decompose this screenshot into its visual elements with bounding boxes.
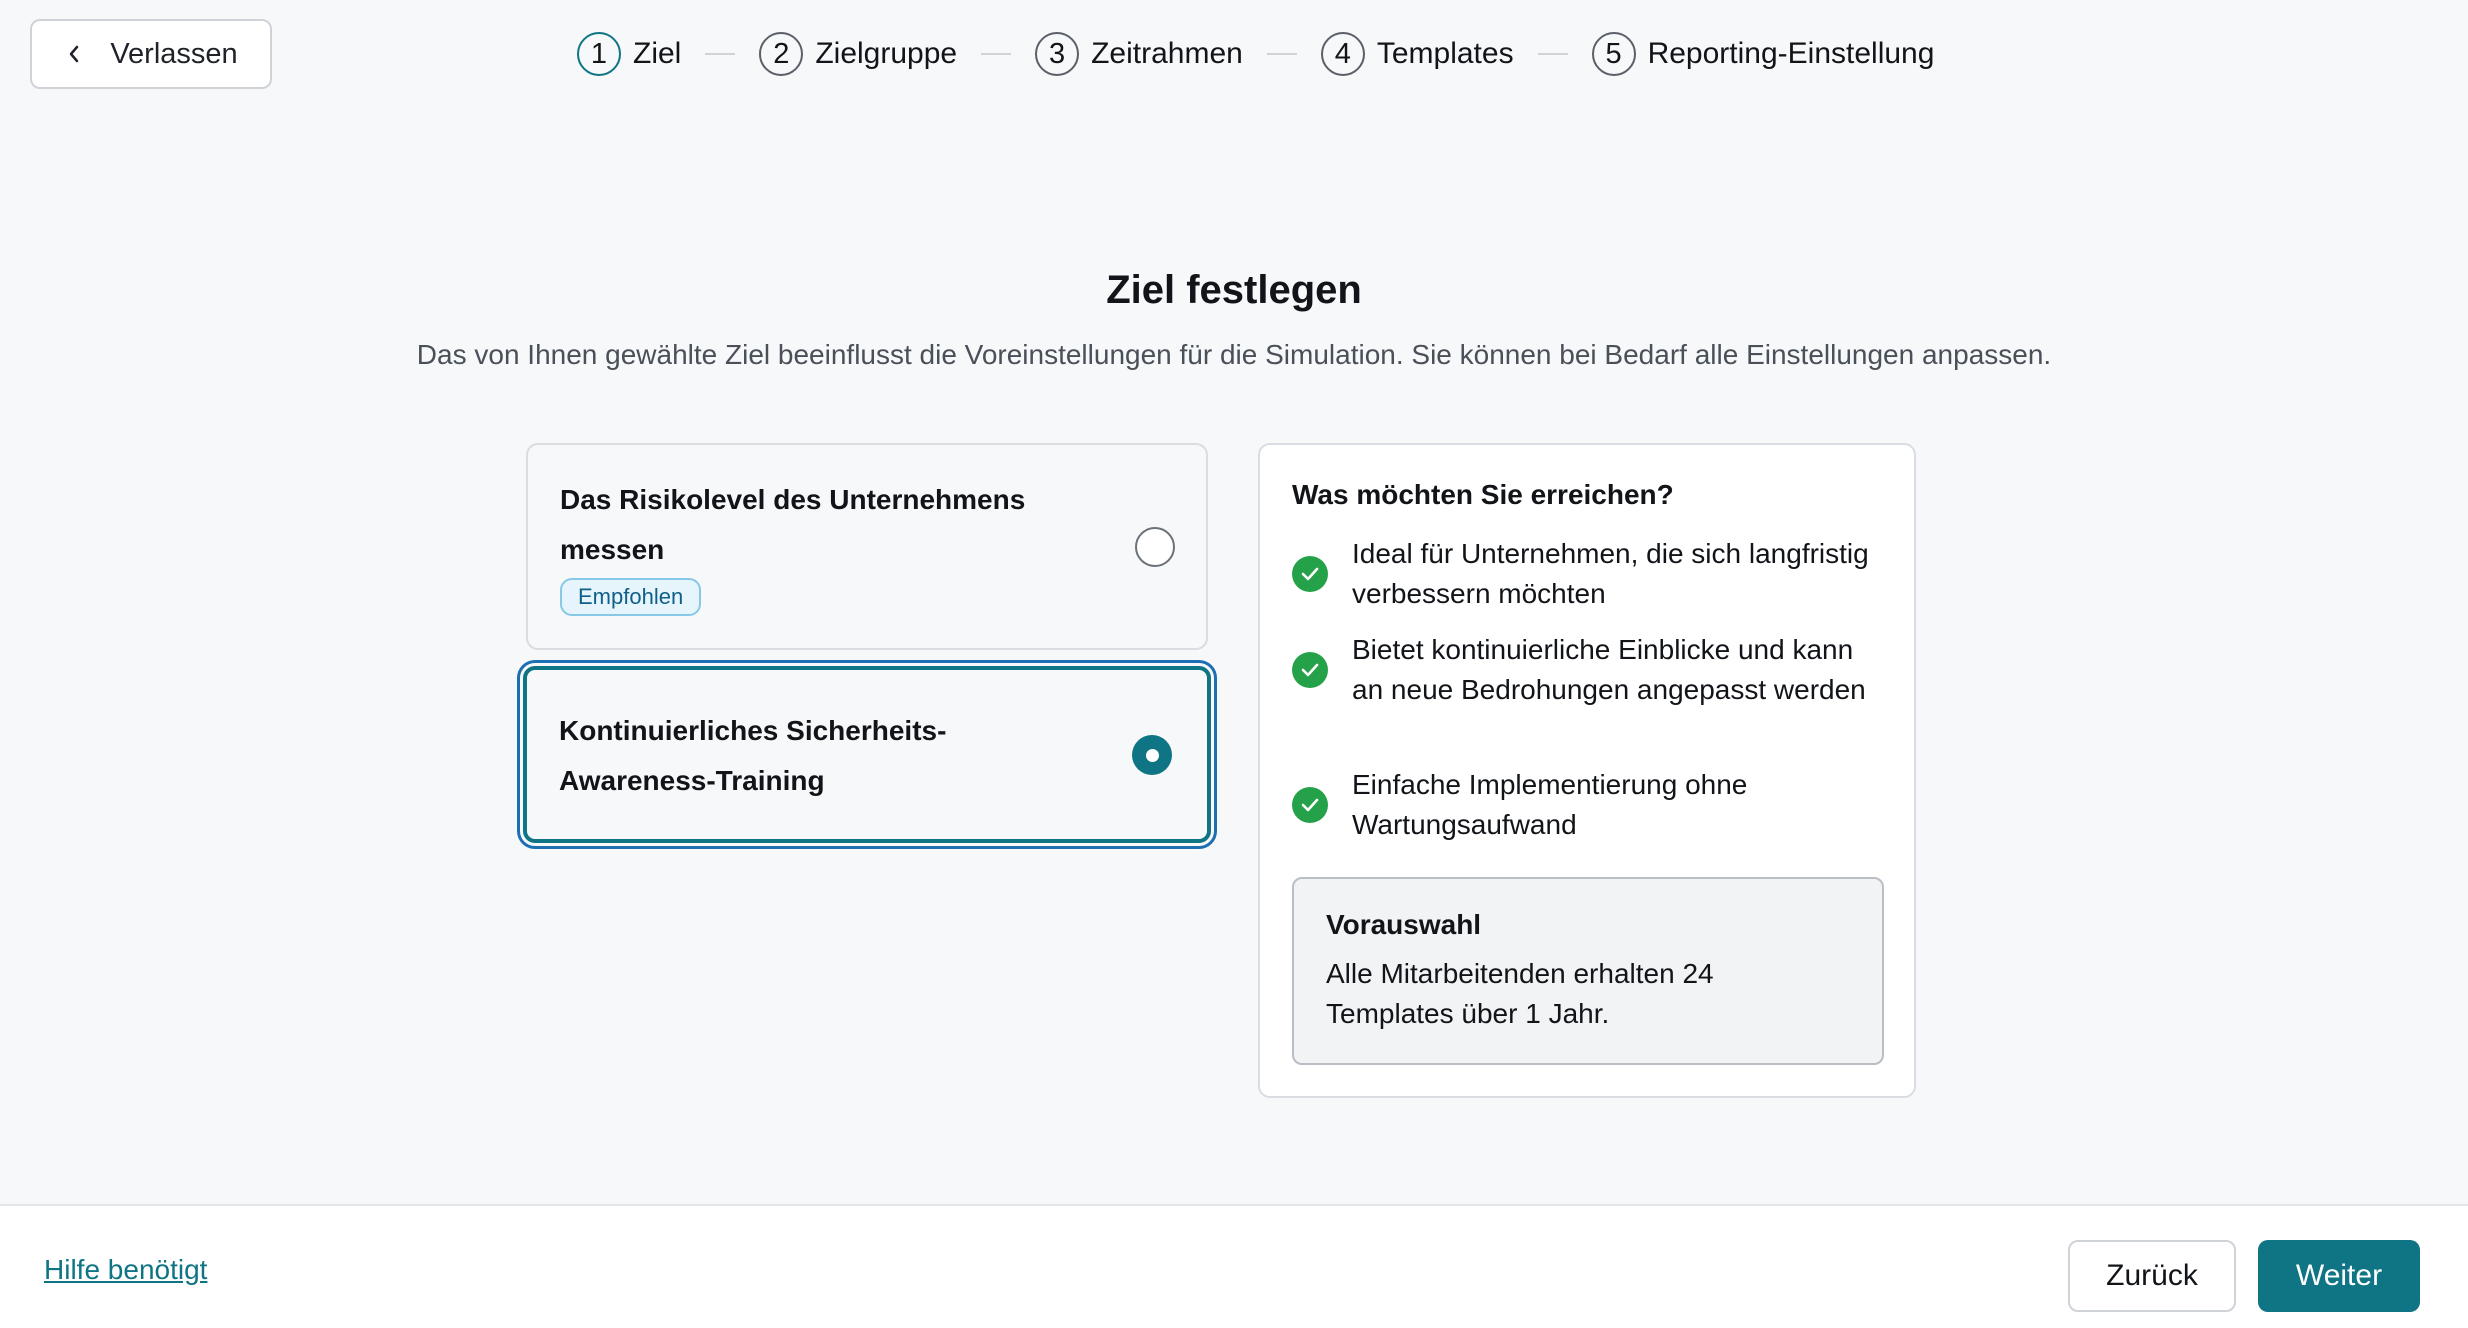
exit-button-label: Verlassen	[110, 37, 238, 70]
step-number: 5	[1591, 32, 1636, 76]
step-label: Zielgruppe	[815, 37, 958, 70]
radio-button[interactable]	[1135, 527, 1175, 567]
benefit-text: Einfache Implementierung ohne Wartungsau…	[1352, 769, 1748, 840]
preset-summary: Vorauswahl Alle Mitarbeitenden erhalten …	[1292, 877, 1884, 1065]
chevron-left-icon	[64, 44, 84, 64]
step-number: 2	[759, 32, 804, 76]
info-panel-title: Was möchten Sie erreichen?	[1292, 479, 1674, 510]
step-separator	[981, 53, 1012, 55]
wizard-stepper: 1 Ziel 2 Zielgruppe 3 Zeitrahmen 4 Templ…	[577, 29, 1934, 79]
recommended-badge: Empfohlen	[560, 578, 702, 616]
goal-option-risk-level[interactable]: Das Risikolevel des Unternehmens messen …	[526, 443, 1208, 650]
footer-bar: Hilfe benötigt Zurück Weiter	[0, 1204, 2468, 1328]
step-separator	[705, 53, 736, 55]
preset-title: Vorauswahl	[1326, 909, 1482, 940]
radio-dot	[1145, 748, 1159, 762]
goal-option-awareness-training[interactable]: Kontinuierliches Sicherheits-Awareness-T…	[517, 660, 1217, 849]
page-subtitle: Das von Ihnen gewählte Ziel beeinflusst …	[416, 339, 2052, 370]
help-link[interactable]: Hilfe benötigt	[44, 1254, 207, 1286]
step-separator	[1537, 53, 1568, 55]
step-label: Reporting-Einstellung	[1647, 37, 1935, 70]
benefit-text: Ideal für Unternehmen, die sich langfris…	[1352, 538, 1869, 609]
step-zielgruppe[interactable]: 2 Zielgruppe	[759, 32, 957, 76]
goal-info-panel: Was möchten Sie erreichen? Ideal für Unt…	[1258, 443, 1916, 1098]
step-ziel[interactable]: 1 Ziel	[577, 32, 681, 76]
check-circle-icon	[1292, 652, 1328, 688]
step-separator	[1266, 53, 1297, 55]
page-title: Ziel festlegen	[1106, 268, 1362, 312]
check-circle-icon	[1292, 556, 1328, 592]
benefit-item: Bietet kontinuierliche Einblicke und kan…	[1292, 630, 1892, 710]
exit-button[interactable]: Verlassen	[30, 19, 272, 89]
step-zeitrahmen[interactable]: 3 Zeitrahmen	[1035, 32, 1243, 76]
step-label: Ziel	[633, 37, 682, 70]
step-label: Templates	[1376, 37, 1514, 70]
back-button[interactable]: Zurück	[2068, 1240, 2236, 1312]
step-number: 1	[577, 32, 621, 76]
check-circle-icon	[1292, 787, 1328, 823]
goal-option-title: Das Risikolevel des Unternehmens messen	[560, 484, 1026, 565]
step-number: 4	[1320, 32, 1365, 76]
goal-option-title: Kontinuierliches Sicherheits-Awareness-T…	[559, 715, 947, 796]
radio-button-selected[interactable]	[1132, 735, 1172, 775]
preset-text: Alle Mitarbeitenden erhalten 24 Template…	[1326, 958, 1714, 1029]
benefit-text: Bietet kontinuierliche Einblicke und kan…	[1352, 634, 1866, 705]
step-reporting[interactable]: 5 Reporting-Einstellung	[1591, 32, 1935, 76]
step-label: Zeitrahmen	[1091, 37, 1243, 70]
next-button[interactable]: Weiter	[2258, 1240, 2420, 1312]
benefit-item: Ideal für Unternehmen, die sich langfris…	[1292, 534, 1892, 614]
step-number: 3	[1035, 32, 1080, 76]
benefit-item: Einfache Implementierung ohne Wartungsau…	[1292, 765, 1892, 845]
step-templates[interactable]: 4 Templates	[1320, 32, 1514, 76]
